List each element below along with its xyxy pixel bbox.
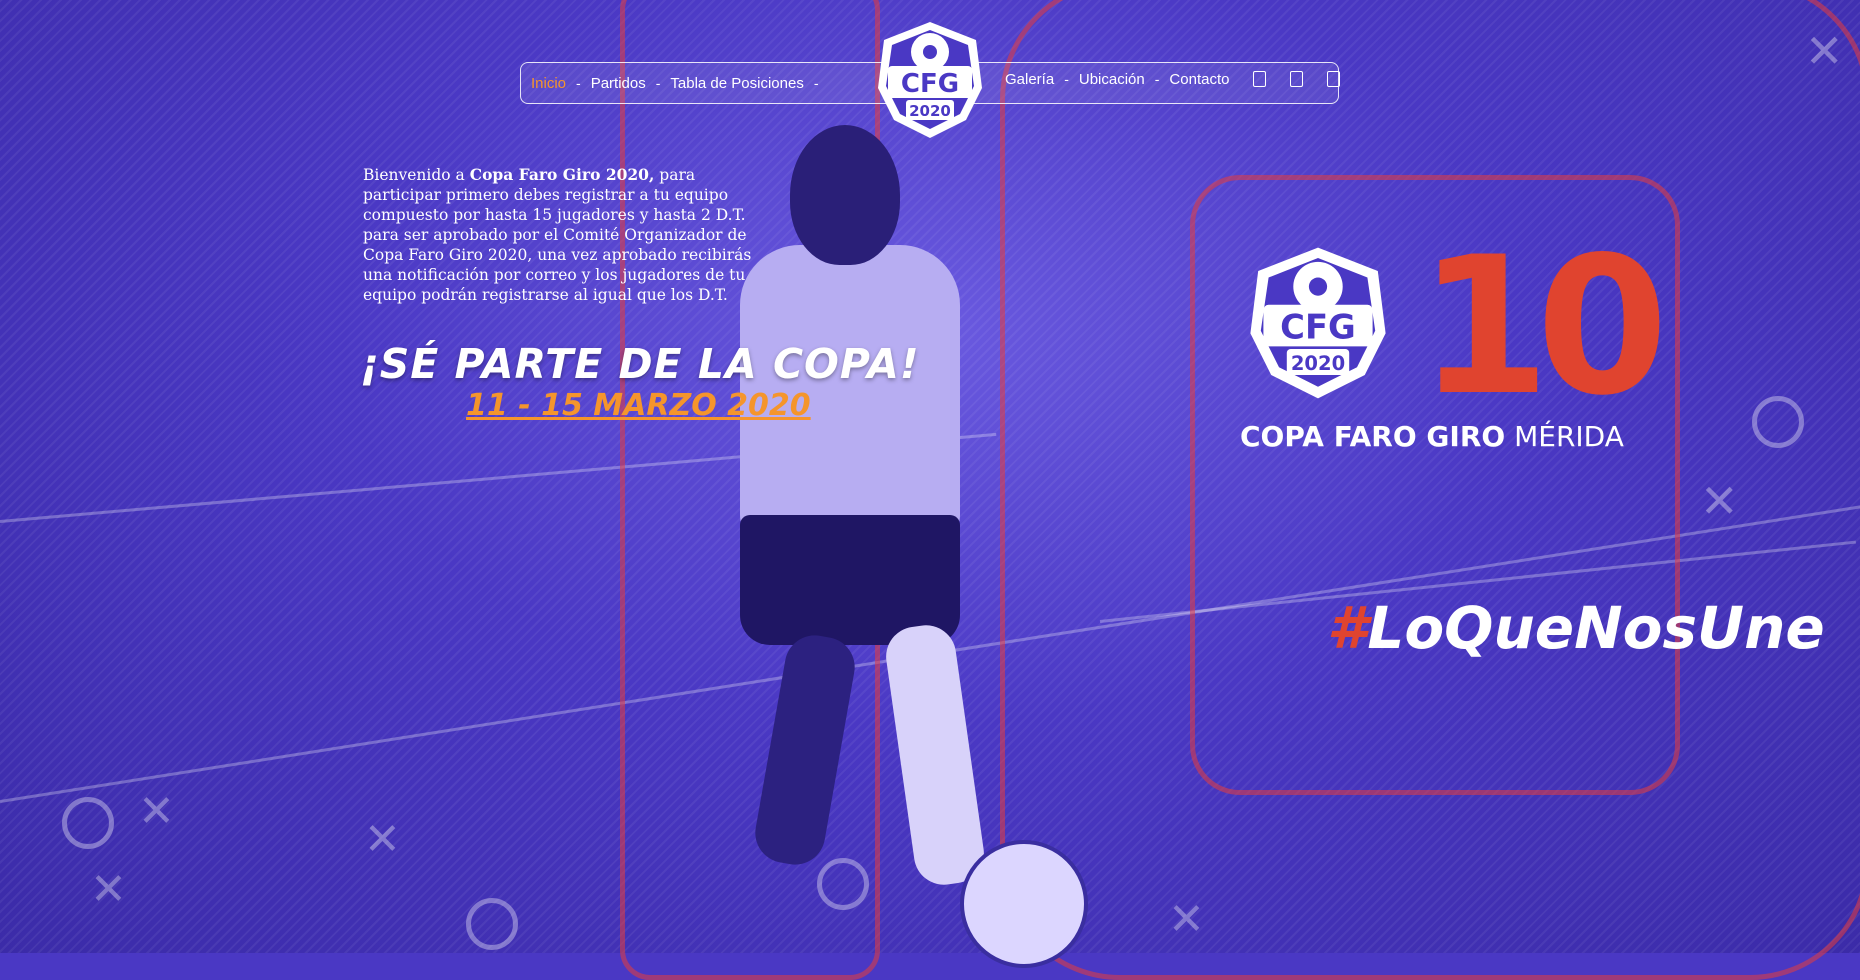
hashtag-text: LoQueNosUne	[1367, 594, 1825, 662]
cross-icon: ✕	[138, 786, 175, 837]
nav-separator: -	[655, 75, 661, 91]
nav-separator: -	[813, 75, 819, 91]
circle-icon	[1752, 396, 1804, 448]
logo-letters: CFG	[1280, 308, 1356, 347]
shield-logo-icon: CFG 2020	[1250, 247, 1386, 399]
intro-prefix: Bienvenido a	[363, 166, 470, 184]
nav-left: Inicio - Partidos - Tabla de Posiciones …	[531, 63, 819, 103]
brand-logo: CFG 2020	[1240, 242, 1396, 404]
player-photo	[700, 85, 1120, 968]
intro-paragraph: Bienvenido a Copa Faro Giro 2020, para p…	[363, 165, 763, 305]
brand-name: COPA FARO GIRO MÉRIDA	[1240, 420, 1624, 453]
nav-right: Galería - Ubicación - Contacto	[1005, 59, 1341, 99]
cross-icon: ✕	[1168, 894, 1205, 945]
player-leg	[882, 621, 988, 889]
brand-name-bold: COPA FARO GIRO	[1240, 420, 1506, 453]
nav-separator: -	[576, 75, 581, 91]
nav-separator: -	[1154, 71, 1160, 87]
social-icon-2[interactable]	[1290, 71, 1304, 87]
event-dates-link[interactable]: 11 - 15 MARZO 2020	[466, 388, 811, 423]
logo-year: 2020	[909, 102, 951, 120]
brand-number-ten: 10	[1418, 216, 1668, 437]
intro-bold: Copa Faro Giro 2020,	[469, 165, 655, 184]
logo-letters: CFG	[901, 69, 959, 99]
circle-icon	[62, 797, 114, 849]
cross-icon: ✕	[1700, 474, 1739, 528]
nav-link-ubicacion[interactable]: Ubicación	[1079, 71, 1145, 88]
nav-link-partidos[interactable]: Partidos	[591, 75, 646, 92]
nav-link-galeria[interactable]: Galería	[1005, 71, 1054, 88]
intro-body: para participar primero debes registrar …	[363, 166, 752, 304]
nav-link-contacto[interactable]: Contacto	[1169, 71, 1229, 88]
nav-link-inicio[interactable]: Inicio	[531, 75, 566, 92]
cross-icon: ✕	[364, 814, 401, 865]
brand-name-city: MÉRIDA	[1505, 420, 1624, 453]
cross-icon: ✕	[90, 864, 127, 915]
social-icon-3[interactable]	[1327, 71, 1341, 87]
player-leg	[750, 630, 860, 870]
logo-year: 2020	[1291, 352, 1345, 375]
soccer-ball	[960, 840, 1088, 968]
social-icon-1[interactable]	[1253, 71, 1267, 87]
circle-icon	[466, 898, 518, 950]
hashtag: #LoQueNosUne	[1327, 594, 1825, 662]
cta-heading: ¡SÉ PARTE DE LA COPA!	[360, 340, 920, 388]
cross-icon: ✕	[1805, 24, 1844, 78]
nav-logo[interactable]: CFG 2020	[870, 18, 990, 142]
nav-separator: -	[1064, 71, 1069, 87]
hashtag-symbol: #	[1327, 594, 1368, 662]
player-head	[790, 125, 900, 265]
nav-link-tabla[interactable]: Tabla de Posiciones	[670, 75, 803, 92]
shield-logo-icon: CFG 2020	[878, 22, 982, 138]
